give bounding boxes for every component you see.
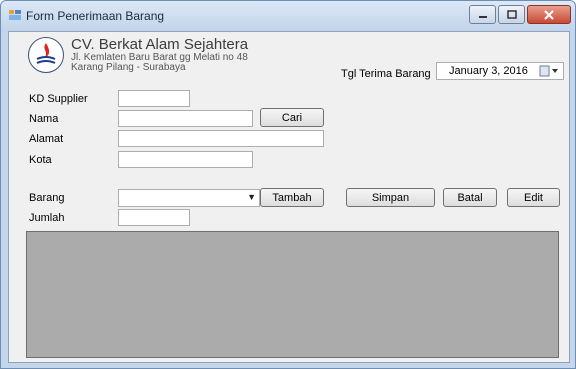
window-title: Form Penerimaan Barang <box>26 9 165 23</box>
alamat-field[interactable] <box>118 130 324 147</box>
simpan-button[interactable]: Simpan <box>346 188 435 207</box>
form-client-area: CV. Berkat Alam Sejahtera Jl. Kemlaten B… <box>8 31 570 363</box>
alamat-label: Alamat <box>29 133 64 145</box>
kota-label: Kota <box>29 154 52 166</box>
window-controls <box>469 5 571 24</box>
maximize-icon <box>506 10 517 19</box>
kd-supplier-field[interactable] <box>118 90 190 107</box>
title-bar[interactable]: Form Penerimaan Barang <box>1 1 575 31</box>
barang-label: Barang <box>29 192 65 204</box>
receipt-date-picker[interactable]: January 3, 2016 <box>436 62 564 80</box>
nama-field[interactable] <box>118 110 253 127</box>
cari-button[interactable]: Cari <box>260 108 324 127</box>
close-icon <box>544 9 554 20</box>
jumlah-field[interactable] <box>118 209 190 226</box>
kd-supplier-label: KD Supplier <box>29 93 88 105</box>
chevron-down-icon[interactable]: ▼ <box>247 192 256 202</box>
items-data-grid[interactable] <box>26 231 559 358</box>
minimize-icon <box>478 15 487 18</box>
minimize-button[interactable] <box>469 5 496 24</box>
kota-field[interactable] <box>118 151 253 168</box>
calendar-dropdown-icon[interactable] <box>539 65 559 77</box>
barang-select[interactable]: ▼ <box>118 189 260 207</box>
app-window: Form Penerimaan Barang CV. Berkat Alam S… <box>0 0 576 369</box>
batal-button[interactable]: Batal <box>443 188 497 207</box>
maximize-button[interactable] <box>498 5 525 24</box>
close-button[interactable] <box>527 5 571 24</box>
edit-button[interactable]: Edit <box>507 188 560 207</box>
company-address-line2: Karang Pilang - Surabaya <box>71 62 186 73</box>
receipt-date-label: Tgl Terima Barang <box>341 68 431 80</box>
jumlah-label: Jumlah <box>29 212 65 224</box>
receipt-date-value: January 3, 2016 <box>449 65 528 77</box>
company-name: CV. Berkat Alam Sejahtera <box>71 36 249 53</box>
window-app-icon <box>9 10 21 20</box>
tambah-button[interactable]: Tambah <box>260 188 324 207</box>
nama-label: Nama <box>29 113 59 125</box>
company-logo <box>28 37 64 73</box>
